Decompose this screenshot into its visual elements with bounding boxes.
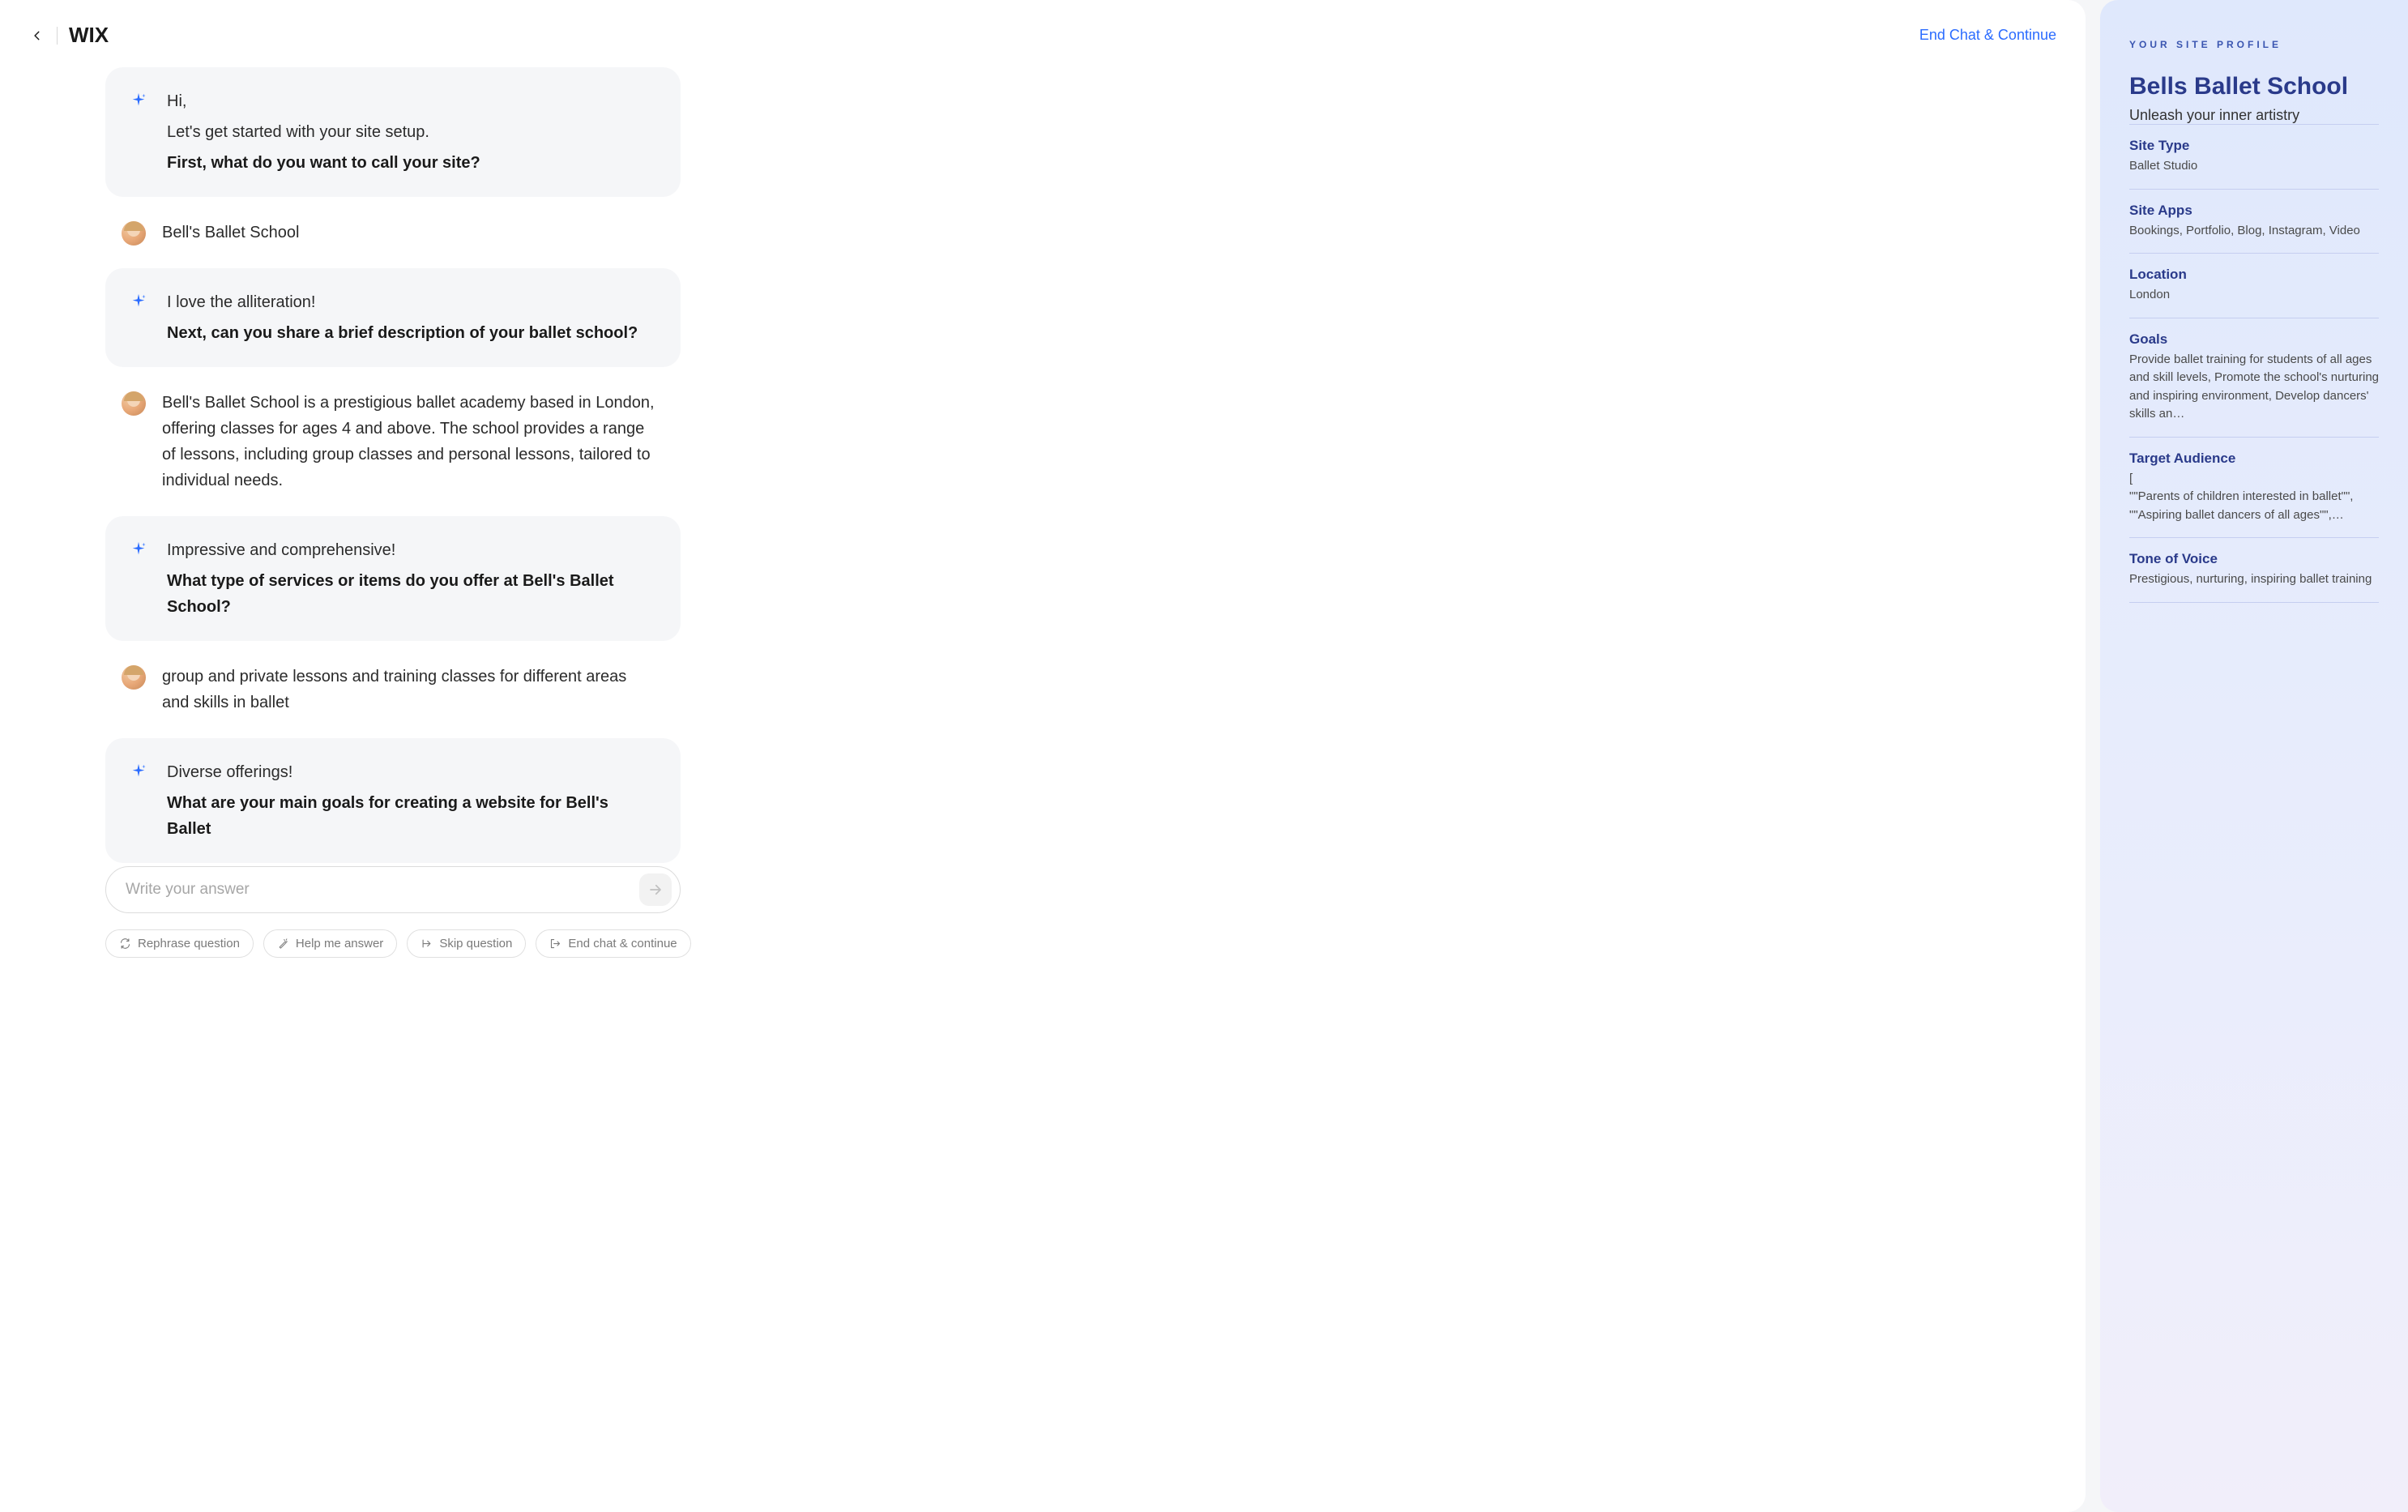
section-label: Site Type: [2129, 138, 2379, 154]
refresh-icon: [119, 938, 131, 950]
profile-section-target-audience: Target Audience [ ""Parents of children …: [2129, 437, 2379, 538]
message-line: I love the alliteration!: [167, 289, 656, 315]
section-label: Location: [2129, 267, 2379, 283]
ai-avatar: [130, 540, 151, 562]
section-label: Site Apps: [2129, 203, 2379, 219]
ai-message: Impressive and comprehensive! What type o…: [105, 516, 681, 641]
ai-avatar: [130, 293, 151, 314]
user-message: group and private lessons and training c…: [105, 652, 681, 727]
chat-area: Hi, Let's get started with your site setu…: [0, 67, 681, 863]
profile-section-site-type: Site Type Ballet Studio: [2129, 124, 2379, 189]
message-line: group and private lessons and training c…: [162, 664, 656, 715]
help-answer-label: Help me answer: [296, 937, 383, 950]
message-body: Bell's Ballet School: [162, 220, 656, 246]
skip-button[interactable]: Skip question: [407, 929, 526, 958]
message-line: Diverse offerings!: [167, 759, 656, 785]
message-line: Next, can you share a brief description …: [167, 320, 656, 346]
chat-input-wrap: [0, 866, 681, 913]
end-chat-link[interactable]: End Chat & Continue: [1919, 27, 2056, 44]
message-line: Let's get started with your site setup.: [167, 119, 656, 145]
profile-section-location: Location London: [2129, 253, 2379, 318]
ai-avatar: [130, 762, 151, 784]
message-body: Hi, Let's get started with your site setu…: [167, 88, 656, 176]
ai-message: I love the alliteration! Next, can you sh…: [105, 268, 681, 367]
message-line: Hi,: [167, 88, 656, 114]
sparkle-icon: [130, 762, 147, 780]
section-label: Tone of Voice: [2129, 551, 2379, 567]
section-value: Bookings, Portfolio, Blog, Instagram, Vi…: [2129, 222, 2379, 241]
back-button[interactable]: [29, 28, 45, 44]
exit-icon: [549, 938, 561, 950]
ai-message: Diverse offerings! What are your main goa…: [105, 738, 681, 863]
section-value: Prestigious, nurturing, inspiring ballet…: [2129, 570, 2379, 589]
message-body: Impressive and comprehensive! What type o…: [167, 537, 656, 620]
header-left: WIX: [29, 23, 109, 48]
user-avatar: [122, 391, 146, 416]
bottom-actions: Rephrase question Help me answer Skip qu…: [0, 913, 2086, 977]
user-message: Bell's Ballet School is a prestigious ba…: [105, 378, 681, 505]
sparkle-icon: [130, 92, 147, 109]
end-chat-button[interactable]: End chat & continue: [536, 929, 690, 958]
wand-icon: [277, 938, 289, 950]
fade-overlay: [0, 1399, 2086, 1463]
profile-section-site-apps: Site Apps Bookings, Portfolio, Blog, Ins…: [2129, 189, 2379, 254]
skip-label: Skip question: [439, 937, 512, 950]
section-value: [ ""Parents of children interested in ba…: [2129, 470, 2379, 525]
message-body: I love the alliteration! Next, can you sh…: [167, 289, 656, 346]
send-icon: [648, 882, 663, 897]
user-avatar: [122, 665, 146, 690]
sparkle-icon: [130, 293, 147, 310]
profile-eyebrow: YOUR SITE PROFILE: [2129, 39, 2379, 50]
profile-title: Bells Ballet School: [2129, 73, 2379, 100]
skip-icon: [421, 938, 433, 950]
sparkle-icon: [130, 540, 147, 558]
wix-logo: WIX: [69, 23, 109, 48]
message-line: What type of services or items do you of…: [167, 568, 656, 620]
chat-input[interactable]: [126, 881, 639, 899]
message-line: Bell's Ballet School is a prestigious ba…: [162, 390, 656, 493]
message-body: Diverse offerings! What are your main goa…: [167, 759, 656, 842]
section-value: Ballet Studio: [2129, 157, 2379, 176]
chevron-left-icon: [32, 30, 43, 41]
message-body: Bell's Ballet School is a prestigious ba…: [162, 390, 656, 493]
section-label: Goals: [2129, 331, 2379, 348]
message-line: Impressive and comprehensive!: [167, 537, 656, 563]
user-message: Bell's Ballet School: [105, 208, 681, 257]
header-bar: WIX End Chat & Continue: [0, 0, 2086, 56]
profile-section-tone: Tone of Voice Prestigious, nurturing, in…: [2129, 537, 2379, 603]
profile-tagline: Unleash your inner artistry: [2129, 107, 2379, 124]
message-line: Bell's Ballet School: [162, 220, 656, 246]
section-value: London: [2129, 286, 2379, 305]
message-body: group and private lessons and training c…: [162, 664, 656, 715]
message-line: What are your main goals for creating a …: [167, 790, 656, 842]
send-button[interactable]: [639, 873, 672, 906]
header-divider: [57, 27, 58, 45]
chat-input-container: [105, 866, 681, 913]
help-answer-button[interactable]: Help me answer: [263, 929, 397, 958]
ai-avatar: [130, 92, 151, 113]
rephrase-label: Rephrase question: [138, 937, 240, 950]
rephrase-button[interactable]: Rephrase question: [105, 929, 254, 958]
profile-section-goals: Goals Provide ballet training for studen…: [2129, 318, 2379, 437]
profile-panel: YOUR SITE PROFILE Bells Ballet School Un…: [2100, 0, 2408, 1512]
main-chat-panel: WIX End Chat & Continue Hi, Let's get sta…: [0, 0, 2086, 1512]
message-line: First, what do you want to call your sit…: [167, 150, 656, 176]
end-chat-label: End chat & continue: [568, 937, 677, 950]
section-value: Provide ballet training for students of …: [2129, 351, 2379, 424]
section-label: Target Audience: [2129, 451, 2379, 467]
user-avatar: [122, 221, 146, 246]
ai-message: Hi, Let's get started with your site setu…: [105, 67, 681, 197]
